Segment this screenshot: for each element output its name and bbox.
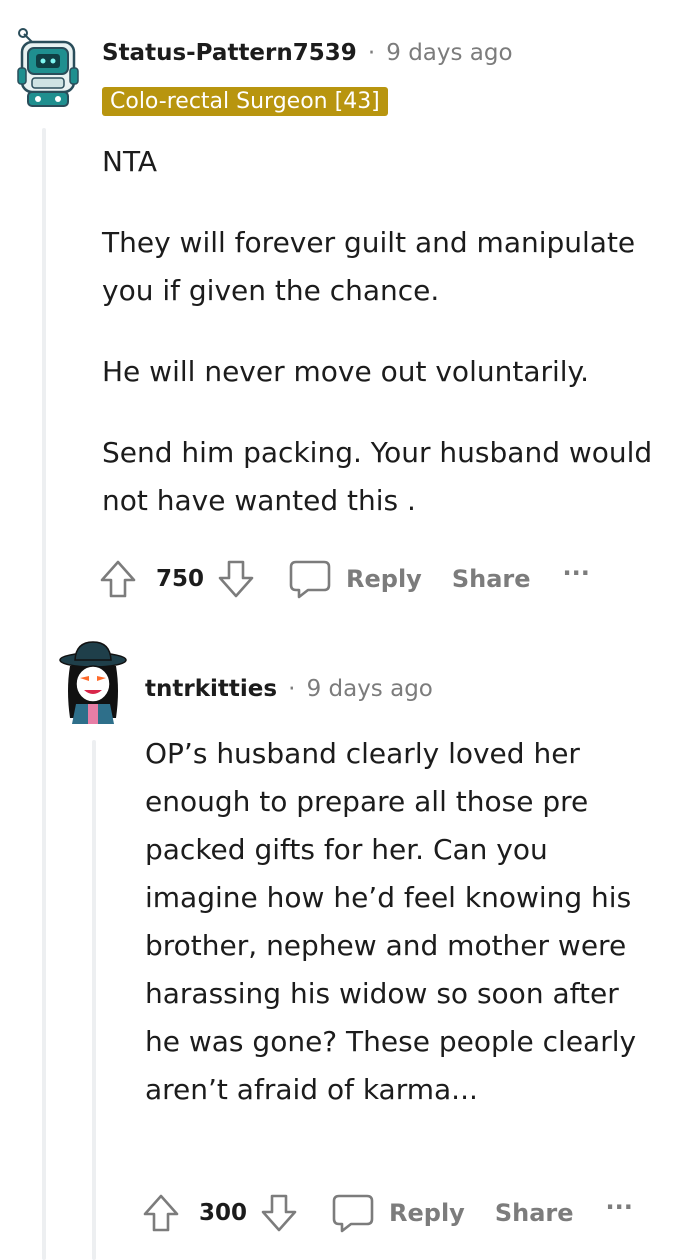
comment-bubble-icon [289,560,331,599]
share-button[interactable]: Share [495,1199,574,1227]
reply-label: Reply [346,565,422,593]
hat-girl-avatar-icon [59,641,127,724]
comment-paragraph: NTA [102,145,158,178]
upvote-arrow-icon[interactable] [141,1190,181,1236]
comment-2-timestamp[interactable]: 9 days ago [307,676,433,702]
downvote-arrow-icon[interactable] [259,1190,299,1236]
vote-count: 750 [156,566,205,592]
more-options-button[interactable]: ··· [563,559,590,587]
comment-1-actions: 750 Reply Share ··· [98,556,590,602]
user-flair: Colo-rectal Surgeon [43] [102,87,388,116]
thread-line-2[interactable] [92,740,96,1260]
reply-label: Reply [389,1199,465,1227]
robot-avatar-icon [17,28,79,107]
comment-2-actions: 300 Reply Share ··· [141,1190,633,1236]
comment-1-body: NTA They will forever guilt and manipula… [102,138,662,525]
comment-paragraph: He will never move out voluntarily. [102,355,590,388]
comment-2-header: tntrkitties · 9 days ago [145,676,433,702]
share-button[interactable]: Share [452,565,531,593]
more-options-button[interactable]: ··· [606,1193,633,1221]
comment-1-username[interactable]: Status-Pattern7539 [102,40,357,66]
comment-2-body: OP’s husband clearly loved her enough to… [145,730,645,1114]
comment-1-avatar[interactable] [14,28,80,110]
comment-2-avatar[interactable] [58,640,128,724]
comment-paragraph: They will forever guilt and manipulate y… [102,226,636,307]
meta-separator: · [288,676,296,702]
comment-2-username[interactable]: tntrkitties [145,676,277,702]
reply-button[interactable]: Reply [288,558,422,600]
comment-paragraph: OP’s husband clearly loved her enough to… [145,737,637,1106]
comment-paragraph: Send him packing. Your husband would not… [102,436,653,517]
comment-1-timestamp[interactable]: 9 days ago [386,40,512,66]
thread-line-1[interactable] [42,128,46,1260]
upvote-arrow-icon[interactable] [98,556,138,602]
comment-bubble-icon [332,1194,374,1233]
vote-count: 300 [199,1200,248,1226]
meta-separator: · [367,40,376,66]
comment-1-header: Status-Pattern7539 · 9 days ago [102,40,513,66]
reply-button[interactable]: Reply [331,1192,465,1234]
downvote-arrow-icon[interactable] [216,556,256,602]
